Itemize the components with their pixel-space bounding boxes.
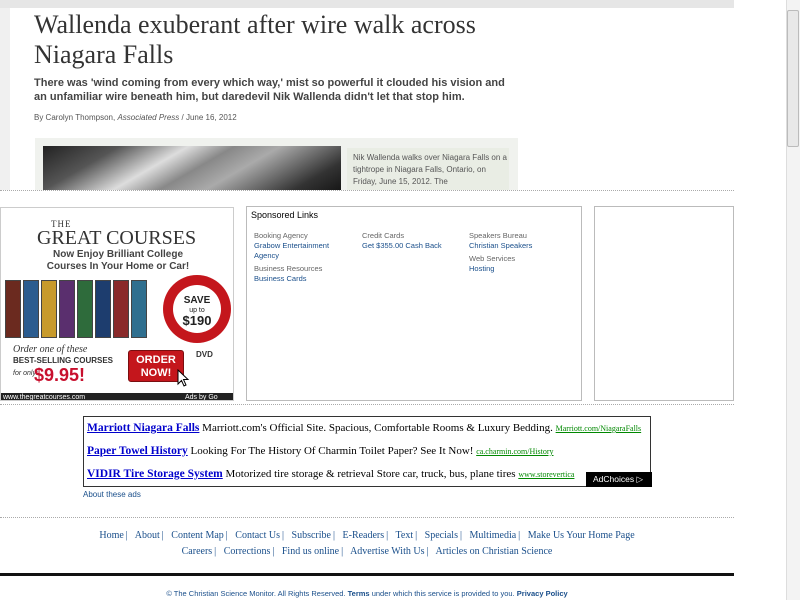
text-ad-body: Looking For The History Of Charmin Toile… (190, 445, 474, 457)
sponsored-link[interactable]: Business Cards (254, 274, 354, 284)
course-boxes-image (5, 280, 153, 338)
footer-link-specials[interactable]: Specials (425, 530, 458, 541)
sponsored-links-box: Sponsored Links Booking Agency Grabow En… (246, 206, 582, 401)
text-ads-box: Marriott Niagara Falls Marriott.com's Of… (83, 416, 651, 487)
photo-module: Nik Wallenda walks over Niagara Falls on… (35, 138, 518, 190)
adchoices-button[interactable]: AdChoices ▷ (586, 472, 652, 487)
text-ad-title[interactable]: Marriott Niagara Falls (87, 422, 199, 434)
text-ad-row[interactable]: VIDIR Tire Storage System Motorized tire… (87, 468, 574, 480)
footer-link-about[interactable]: About (135, 530, 160, 541)
ad-order-line-2: BEST-SELLING COURSES (13, 356, 114, 365)
article-dek: There was 'wind coming from every which … (34, 77, 505, 103)
ad-price: $9.95! (34, 365, 86, 385)
cursor-icon (177, 369, 190, 387)
ad-tagline-2: Courses In Your Home or Car! (46, 261, 190, 272)
copyright-text: © The Christian Science Monitor. All Rig… (166, 589, 346, 598)
divider (0, 517, 734, 518)
footer-link-content-map[interactable]: Content Map (171, 530, 224, 541)
footer-link-corrections[interactable]: Corrections (224, 546, 271, 557)
copyright-line: © The Christian Science Monitor. All Rig… (0, 589, 734, 598)
article-photo[interactable] (43, 146, 341, 190)
footer-link-e-readers[interactable]: E-Readers (343, 530, 385, 541)
ads-by-google[interactable]: Ads by Go (185, 393, 218, 400)
ad-order-line-1: Order one of these (13, 344, 88, 355)
sponsored-item[interactable]: Speakers Bureau Christian Speakers (469, 231, 569, 251)
byline-date: / June 16, 2012 (181, 113, 237, 122)
text-ad-url[interactable]: Marriott.com/NiagaraFalls (556, 424, 642, 433)
text-ad-title[interactable]: VIDIR Tire Storage System (87, 468, 223, 480)
article-byline: By Carolyn Thompson, Associated Press / … (34, 113, 237, 122)
footer-link-home[interactable]: Home (99, 530, 123, 541)
text-ad-url[interactable]: www.storevertica (518, 470, 574, 479)
text-ad-row[interactable]: Marriott Niagara Falls Marriott.com's Of… (87, 422, 641, 434)
terms-link[interactable]: Terms (348, 589, 370, 598)
sponsored-link[interactable]: Christian Speakers (469, 241, 569, 251)
footer-link-find-us-online[interactable]: Find us online (282, 546, 339, 557)
scrollbar-thumb[interactable] (787, 10, 799, 147)
text-ad-row[interactable]: Paper Towel History Looking For The Hist… (87, 445, 554, 457)
footer-link-articles-christian-science[interactable]: Articles on Christian Science (435, 546, 552, 557)
text-ad-body: Motorized tire storage & retrieval Store… (225, 468, 516, 480)
left-gutter (0, 8, 10, 190)
sponsored-link[interactable]: Get $355.00 Cash Back (362, 241, 462, 251)
article-headline: Wallenda exuberant after wire walk acros… (34, 10, 476, 69)
sponsored-category: Speakers Bureau (469, 231, 527, 240)
sponsored-link[interactable]: Grabow Entertainment Agency (254, 241, 354, 261)
dvd-label: DVD (196, 350, 213, 359)
ad-url[interactable]: www.thegreatcourses.com (3, 393, 85, 400)
footer-link-advertise[interactable]: Advertise With Us (350, 546, 424, 557)
order-now-button[interactable]: ORDER NOW! (128, 350, 184, 382)
top-bar (0, 0, 734, 8)
text-ad-url[interactable]: ca.charmin.com/History (476, 447, 553, 456)
sponsored-category: Web Services (469, 254, 516, 263)
footer-link-contact-us[interactable]: Contact Us (235, 530, 280, 541)
byline-author: By Carolyn Thompson, (34, 113, 116, 122)
sponsored-link[interactable]: Hosting (469, 264, 569, 274)
ad-tagline-1: Now Enjoy Brilliant College (52, 249, 183, 260)
footer-link-make-home-page[interactable]: Make Us Your Home Page (528, 530, 635, 541)
photo-caption: Nik Wallenda walks over Niagara Falls on… (347, 148, 509, 190)
save-badge-icon: SAVE up to $190 (163, 275, 231, 343)
sponsored-category: Booking Agency (254, 231, 308, 240)
sponsored-item[interactable]: Credit Cards Get $355.00 Cash Back (362, 231, 462, 251)
copyright-mid: under which this service is provided to … (371, 589, 515, 598)
badge-save: SAVE (184, 295, 211, 306)
text-ad-body: Marriott.com's Official Site. Spacious, … (202, 422, 553, 434)
sponsored-item[interactable]: Business Resources Business Cards (254, 264, 354, 284)
divider (0, 404, 734, 405)
sponsored-category: Business Resources (254, 264, 323, 273)
footer-nav-row-2: Careers | Corrections | Find us online | Ad… (181, 546, 553, 557)
sponsored-item[interactable]: Web Services Hosting (469, 254, 569, 274)
divider (0, 190, 734, 191)
privacy-policy-link[interactable]: Privacy Policy (517, 589, 568, 598)
footer-rule (0, 573, 734, 576)
sponsored-category: Credit Cards (362, 231, 405, 240)
sponsored-item[interactable]: Booking Agency Grabow Entertainment Agen… (254, 231, 354, 261)
great-courses-ad[interactable]: THE GREAT COURSES Now Enjoy Brilliant Co… (0, 207, 234, 401)
ad-logo: GREAT COURSES (37, 227, 197, 249)
byline-org: Associated Press (117, 113, 180, 122)
text-ad-title[interactable]: Paper Towel History (87, 445, 188, 457)
about-these-ads-link[interactable]: About these ads (83, 490, 141, 499)
footer-link-subscribe[interactable]: Subscribe (292, 530, 331, 541)
sponsored-links-title: Sponsored Links (251, 210, 319, 220)
footer-link-multimedia[interactable]: Multimedia (470, 530, 517, 541)
empty-ad-slot (594, 206, 734, 401)
footer-link-careers[interactable]: Careers (182, 546, 213, 557)
badge-amount: $190 (183, 313, 212, 328)
footer-nav-row-1: Home | About | Content Map | Contact Us | Su… (99, 530, 635, 541)
footer-link-text[interactable]: Text (396, 530, 414, 541)
